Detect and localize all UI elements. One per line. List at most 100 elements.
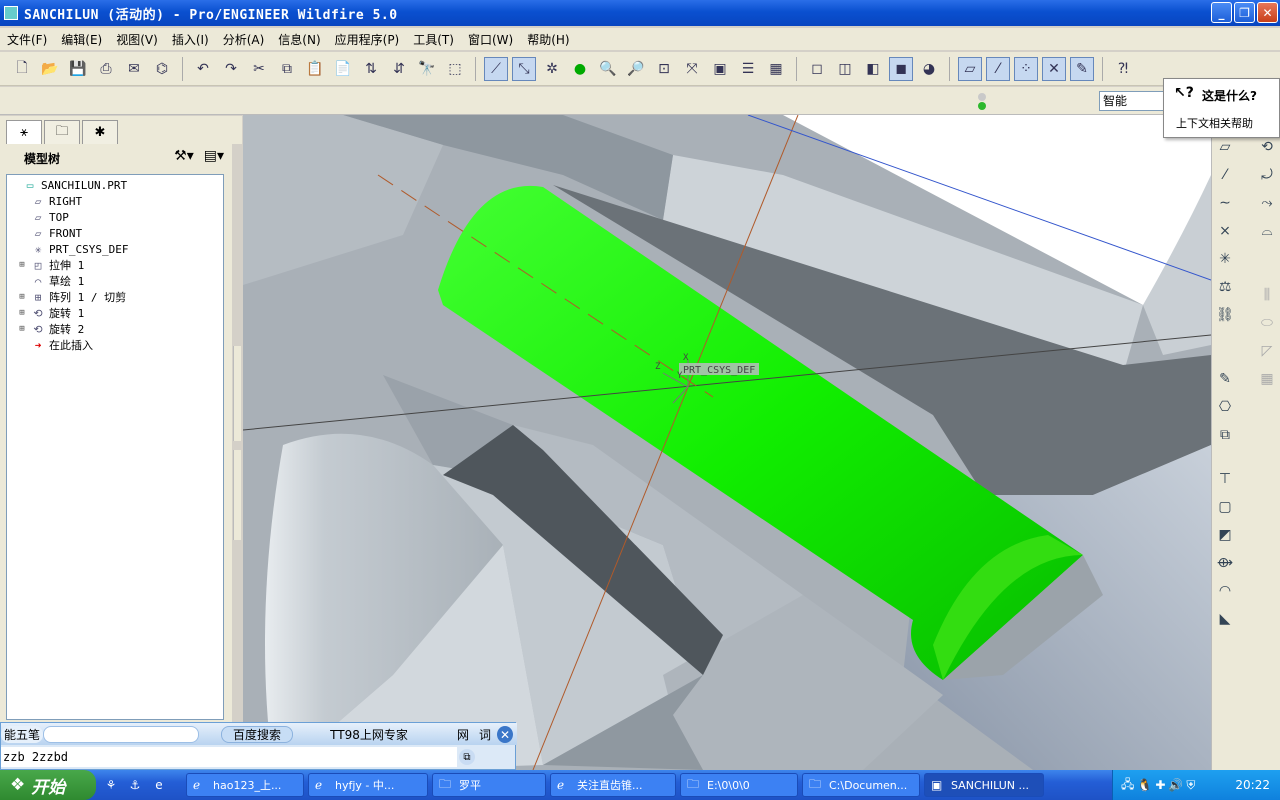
hidden-line-icon[interactable]: ◫ [833,57,857,81]
panel-splitter[interactable] [233,450,241,540]
menu-tools[interactable]: 工具(T) [406,31,461,48]
zoom-out-icon[interactable]: 🔎 [624,57,648,81]
tree-item[interactable]: ▱ RIGHT [7,193,223,209]
chain-tool-icon[interactable]: ⛓ [1214,304,1236,326]
new-file-icon[interactable]: 🗋 [10,57,34,81]
cut-icon[interactable]: ✂ [247,57,271,81]
annotation-display-icon[interactable]: ✎ [1070,56,1094,81]
quicklaunch-icon[interactable]: ⚘ [102,776,120,794]
no-hidden-icon[interactable]: ◧ [861,57,885,81]
tray-shield-icon[interactable]: ⛨ [1186,778,1195,793]
menu-applications[interactable]: 应用程序(P) [328,31,407,48]
quicklaunch-icon[interactable]: ⚓ [126,776,144,794]
repaint-icon[interactable]: ⟋ [484,56,508,81]
datum-curve-tool-icon[interactable]: ∼ [1214,192,1236,214]
axis-display-icon[interactable]: ⁄ [986,56,1010,81]
panel-splitter[interactable] [233,346,241,441]
csys-tool-icon[interactable]: ✳ [1214,248,1236,270]
regenerate-icon[interactable]: ⇅ [359,57,383,81]
taskbar-button[interactable]: 🗀 E:\0\0\0 [680,773,798,797]
model-tree-tab[interactable]: ⚹ [6,120,42,144]
shell-tool-icon[interactable]: ▢ [1214,496,1236,518]
send-link-icon[interactable]: ⌬ [150,57,174,81]
mirror-tool-icon[interactable]: ⫼ [1256,284,1278,306]
expand-icon[interactable]: ⊞ [17,308,27,318]
whats-this-icon[interactable]: ⁈ [1111,57,1135,81]
copy-geom-icon[interactable]: ⧉ [1214,424,1236,446]
expand-icon[interactable]: ⊞ [17,260,27,270]
ime-baidu-search-tab[interactable]: 百度搜索 [221,726,293,743]
taskbar-button[interactable]: ▣ SANCHILUN ... [924,773,1044,797]
taskbar-button[interactable]: 🗀 C:\Documen... [802,773,920,797]
print-icon[interactable]: ⎙ [94,57,118,81]
ime-web-button[interactable]: 网 [453,726,473,743]
enhanced-realism-icon[interactable]: ◕ [917,57,941,81]
datum-plane-tool-icon[interactable]: ▱ [1214,136,1236,158]
tree-item[interactable]: ⌒ 草绘 1 [7,273,223,289]
rib-tool-icon[interactable]: ⊤ [1214,468,1236,490]
tree-item[interactable]: ⊞ ◰ 拉伸 1 [7,257,223,273]
tray-qq-icon[interactable]: 🐧 [1137,778,1152,792]
quicklaunch-ie-icon[interactable]: e [150,776,168,794]
blend-tool-icon[interactable]: ⌓ [1256,220,1278,242]
open-file-icon[interactable]: 📂 [38,57,62,81]
tree-item[interactable]: ➜ 在此插入 [7,337,223,353]
chamfer-tool-icon[interactable]: ◣ [1214,608,1236,630]
selection-filter-dropdown[interactable]: 智能 [1099,91,1171,111]
menu-window[interactable]: 窗口(W) [461,31,520,48]
wireframe-icon[interactable]: ◻ [805,57,829,81]
menu-view[interactable]: 视图(V) [109,31,165,48]
menu-analysis[interactable]: 分析(A) [216,31,272,48]
tray-network-icon[interactable]: 🖧 [1121,775,1134,796]
favorites-tab[interactable]: ✱ [82,120,118,144]
merge-tool-icon[interactable]: ⬭ [1256,312,1278,334]
appearance-icon[interactable]: ● [568,57,592,81]
sweep-tool-icon[interactable]: ⤳ [1256,192,1278,214]
menu-insert[interactable]: 插入(I) [165,31,216,48]
taskbar-button[interactable]: ℯ hao123_上... [186,773,304,797]
point-display-icon[interactable]: ⁘ [1014,56,1038,81]
regen-manager-icon[interactable]: ⇵ [387,57,411,81]
menu-info[interactable]: 信息(N) [271,31,327,48]
paste-special-icon[interactable]: 📄 [331,57,355,81]
refit-icon[interactable]: ⊡ [652,57,676,81]
minimize-button[interactable]: _ [1211,2,1232,23]
swept-tool-icon[interactable]: ⟴ [1214,552,1236,574]
layers-icon[interactable]: ☰ [736,57,760,81]
tree-settings-icon[interactable]: ⚒▾ [174,148,194,164]
undo-icon[interactable]: ↶ [191,57,215,81]
ime-composition-field[interactable]: zzb 2zzbd [1,747,457,767]
select-box-icon[interactable]: ⬚ [443,57,467,81]
round-tool-icon[interactable]: ◠ [1214,580,1236,602]
extrude-tool-icon[interactable]: ⟲ [1256,136,1278,158]
send-mail-icon[interactable]: ✉ [122,57,146,81]
find-icon[interactable]: 🔭 [415,57,439,81]
tree-item[interactable]: ⊞ ⟲ 旋转 1 [7,305,223,321]
datum-axis-tool-icon[interactable]: ⁄ [1214,164,1236,186]
start-button[interactable]: ❖ 开始 [0,770,96,800]
menu-edit[interactable]: 编辑(E) [54,31,109,48]
ime-tt98-tab[interactable]: TT98上网专家 [313,726,425,743]
ime-close-icon[interactable]: ✕ [497,726,513,743]
view-manager-icon[interactable]: ▦ [764,57,788,81]
ime-word-button[interactable]: 词 [475,726,495,743]
menu-file[interactable]: 文件(F) [0,31,54,48]
tree-item[interactable]: ✳ PRT_CSYS_DEF [7,241,223,257]
sketch-view-icon[interactable]: ⎔ [1214,396,1236,418]
close-button[interactable]: ✕ [1257,2,1278,23]
zoom-in-icon[interactable]: 🔍 [596,57,620,81]
revolve-tool-icon[interactable]: ⤾ [1256,164,1278,186]
graphics-viewport[interactable]: PRT_CSYS_DEF X Z Y [243,115,1211,770]
tree-item[interactable]: ⊞ ⊞ 阵列 1 / 切剪 [7,289,223,305]
restore-button[interactable]: ❐ [1234,2,1255,23]
sketch-tool-icon[interactable]: ✎ [1214,368,1236,390]
trim-tool-icon[interactable]: ◸ [1256,340,1278,362]
shading-icon[interactable]: ◼ [889,56,913,81]
expand-icon[interactable]: ⊞ [17,324,27,334]
tray-volume-icon[interactable]: 🔊 [1168,778,1183,792]
reorient-icon[interactable]: ⤧ [680,57,704,81]
plane-display-icon[interactable]: ▱ [958,56,982,81]
datum-point-tool-icon[interactable]: ⨯ [1214,220,1236,242]
tree-columns-icon[interactable]: ▤▾ [204,148,224,164]
csys-display-icon[interactable]: ✕ [1042,56,1066,81]
